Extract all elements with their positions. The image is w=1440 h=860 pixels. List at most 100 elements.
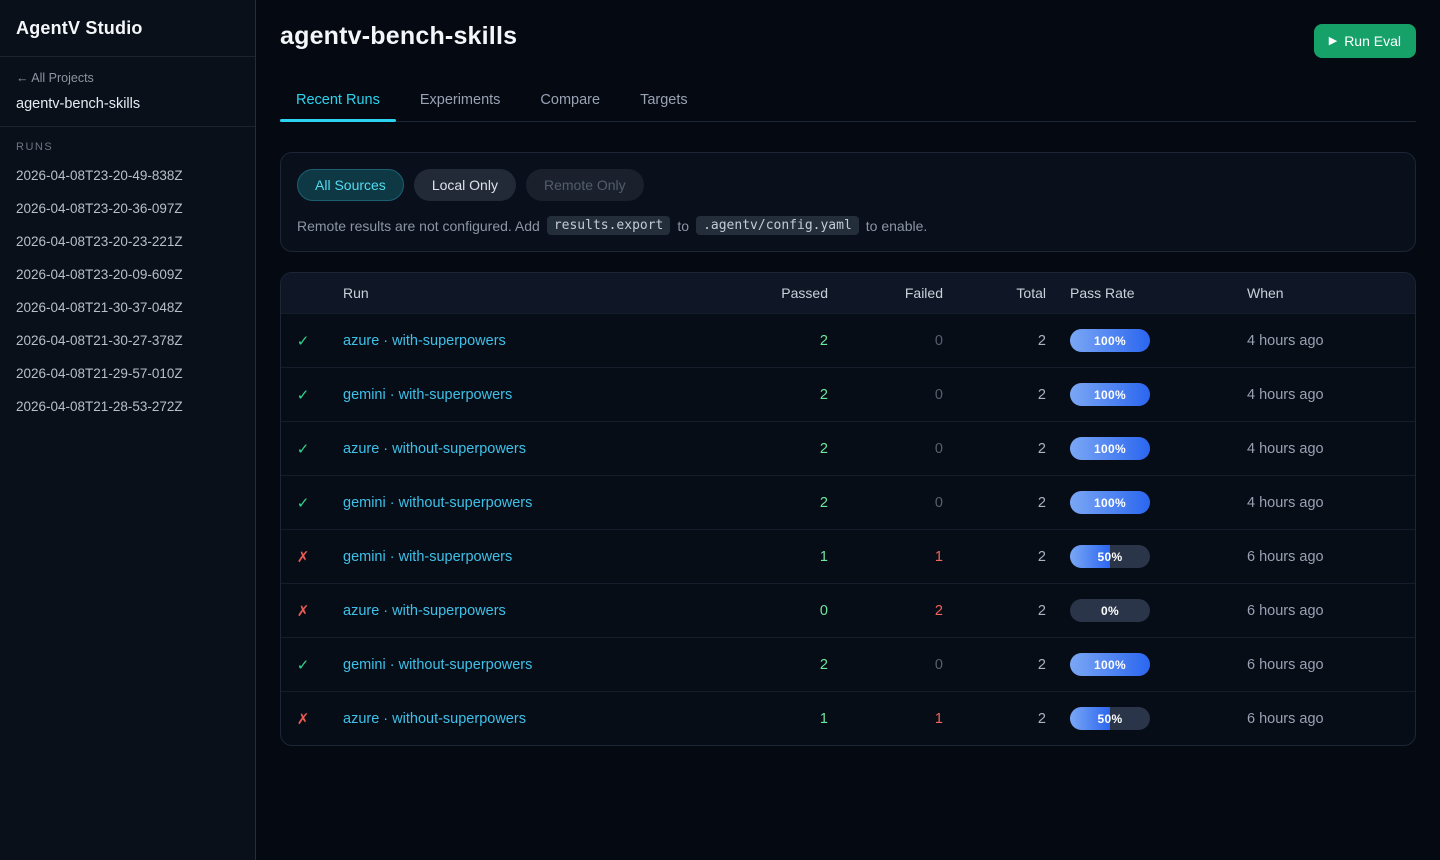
passed-count: 2	[733, 422, 828, 476]
run-eval-button[interactable]: ▶ Run Eval	[1314, 24, 1416, 58]
tab-experiments[interactable]: Experiments	[404, 84, 517, 121]
sidebar-header: AgentV Studio	[0, 0, 255, 57]
col-passed: Passed	[733, 273, 828, 314]
run-link[interactable]: azure · with-superpowers	[343, 333, 506, 349]
sidebar: AgentV Studio ← All Projects agentv-benc…	[0, 0, 256, 860]
pass-rate-label: 50%	[1070, 545, 1150, 568]
col-failed: Failed	[828, 273, 943, 314]
source-filter-chips: All Sources Local Only Remote Only	[297, 169, 1399, 201]
tab-recent-runs[interactable]: Recent Runs	[280, 84, 396, 121]
pass-rate-pill: 0%	[1070, 599, 1150, 622]
pass-rate-pill: 100%	[1070, 491, 1150, 514]
sidebar-run-item[interactable]: 2026-04-08T21-28-53-272Z	[16, 390, 239, 423]
sidebar-project-section: ← All Projects agentv-bench-skills	[0, 57, 255, 127]
failed-count: 1	[828, 692, 943, 746]
pass-check-icon: ✓	[297, 441, 310, 458]
passed-count: 2	[733, 476, 828, 530]
sidebar-run-item[interactable]: 2026-04-08T23-20-23-221Z	[16, 225, 239, 258]
chip-local-only[interactable]: Local Only	[414, 169, 516, 201]
run-link[interactable]: azure · without-superpowers	[343, 711, 526, 727]
chip-remote-only[interactable]: Remote Only	[526, 169, 644, 201]
when-timestamp: 4 hours ago	[1229, 314, 1415, 368]
main-content: agentv-bench-skills ▶ Run Eval Recent Ru…	[256, 0, 1440, 860]
note-middle: to	[677, 218, 689, 234]
sidebar-runs-section: RUNS 2026-04-08T23-20-49-838Z2026-04-08T…	[0, 127, 255, 437]
note-prefix: Remote results are not configured. Add	[297, 218, 540, 234]
when-timestamp: 6 hours ago	[1229, 530, 1415, 584]
when-timestamp: 4 hours ago	[1229, 476, 1415, 530]
run-link[interactable]: gemini · without-superpowers	[343, 495, 532, 511]
pass-rate-label: 0%	[1070, 599, 1150, 622]
table-row: ✓azure · with-superpowers202100%4 hours …	[281, 314, 1415, 368]
chip-all-sources[interactable]: All Sources	[297, 169, 404, 201]
back-to-projects-link[interactable]: ← All Projects	[16, 71, 94, 85]
pass-check-icon: ✓	[297, 495, 310, 512]
passed-count: 2	[733, 638, 828, 692]
passed-count: 1	[733, 692, 828, 746]
recent-runs-table: Run Passed Failed Total Pass Rate When ✓…	[280, 272, 1416, 746]
total-count: 2	[943, 314, 1046, 368]
main-header: agentv-bench-skills ▶ Run Eval	[280, 22, 1416, 58]
table-row: ✗gemini · with-superpowers11250%6 hours …	[281, 530, 1415, 584]
play-icon: ▶	[1329, 36, 1337, 47]
pass-rate-pill: 100%	[1070, 383, 1150, 406]
when-timestamp: 6 hours ago	[1229, 692, 1415, 746]
run-link[interactable]: gemini · with-superpowers	[343, 549, 512, 565]
sidebar-project-name: agentv-bench-skills	[16, 96, 239, 112]
fail-cross-icon: ✗	[297, 549, 310, 566]
sidebar-runs-list: 2026-04-08T23-20-49-838Z2026-04-08T23-20…	[16, 159, 239, 423]
tab-targets[interactable]: Targets	[624, 84, 704, 121]
pass-rate-pill: 100%	[1070, 329, 1150, 352]
tab-compare[interactable]: Compare	[524, 84, 616, 121]
sidebar-run-item[interactable]: 2026-04-08T23-20-49-838Z	[16, 159, 239, 192]
run-link[interactable]: azure · without-superpowers	[343, 441, 526, 457]
code-config-yaml: .agentv/config.yaml	[696, 216, 859, 235]
failed-count: 0	[828, 368, 943, 422]
total-count: 2	[943, 638, 1046, 692]
failed-count: 0	[828, 638, 943, 692]
table-row: ✓ gemini · without-superpowers 202 100% 6 ho…	[281, 638, 1415, 692]
failed-count: 0	[828, 476, 943, 530]
table-header-row: Run Passed Failed Total Pass Rate When	[281, 273, 1415, 314]
fail-cross-icon: ✗	[297, 711, 310, 728]
pass-rate-pill: 100%	[1070, 653, 1150, 676]
table-body: ✓azure · with-superpowers202100%4 hours …	[281, 314, 1415, 746]
run-link[interactable]: azure · with-superpowers	[343, 603, 506, 619]
pass-check-icon: ✓	[297, 657, 310, 674]
pass-rate-label: 100%	[1070, 437, 1150, 460]
pass-rate-pill: 50%	[1070, 707, 1150, 730]
total-count: 2	[943, 476, 1046, 530]
total-count: 2	[943, 422, 1046, 476]
pass-rate-label: 100%	[1070, 491, 1150, 514]
passed-count: 0	[733, 584, 828, 638]
sidebar-run-item[interactable]: 2026-04-08T21-30-27-378Z	[16, 324, 239, 357]
page-title: agentv-bench-skills	[280, 22, 517, 51]
sidebar-run-item[interactable]: 2026-04-08T21-29-57-010Z	[16, 357, 239, 390]
pass-rate-pill: 100%	[1070, 437, 1150, 460]
sidebar-run-item[interactable]: 2026-04-08T21-30-37-048Z	[16, 291, 239, 324]
sidebar-run-item[interactable]: 2026-04-08T23-20-36-097Z	[16, 192, 239, 225]
passed-count: 2	[733, 314, 828, 368]
run-link[interactable]: gemini · with-superpowers	[343, 387, 512, 403]
pass-rate-label: 100%	[1070, 329, 1150, 352]
pass-check-icon: ✓	[297, 387, 310, 404]
passed-count: 2	[733, 368, 828, 422]
when-timestamp: 4 hours ago	[1229, 368, 1415, 422]
col-pass-rate: Pass Rate	[1046, 273, 1229, 314]
pass-check-icon: ✓	[297, 333, 310, 350]
total-count: 2	[943, 368, 1046, 422]
note-suffix: to enable.	[866, 218, 928, 234]
when-timestamp: 6 hours ago	[1229, 638, 1415, 692]
col-status	[281, 273, 325, 314]
run-link[interactable]: gemini · without-superpowers	[343, 657, 532, 673]
total-count: 2	[943, 692, 1046, 746]
col-total: Total	[943, 273, 1046, 314]
total-count: 2	[943, 530, 1046, 584]
fail-cross-icon: ✗	[297, 603, 310, 620]
run-eval-label: Run Eval	[1344, 33, 1401, 49]
failed-count: 1	[828, 530, 943, 584]
pass-rate-label: 100%	[1070, 653, 1150, 676]
pass-rate-pill: 50%	[1070, 545, 1150, 568]
total-count: 2	[943, 584, 1046, 638]
sidebar-run-item[interactable]: 2026-04-08T23-20-09-609Z	[16, 258, 239, 291]
